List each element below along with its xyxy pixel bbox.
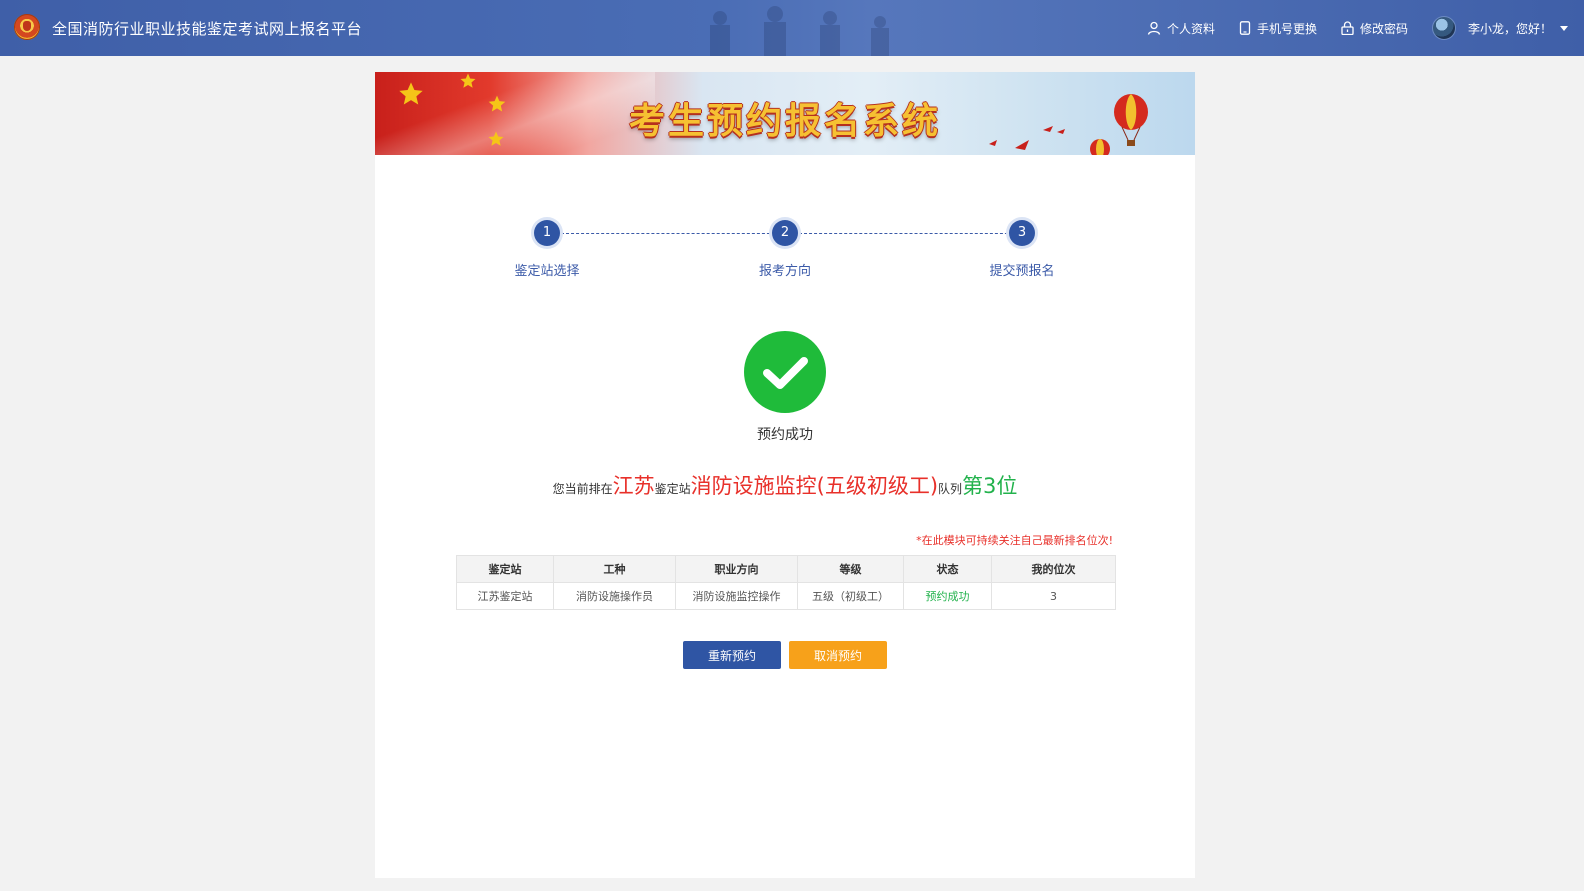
hot-air-balloon-icon — [1114, 94, 1148, 146]
small-balloon-icon — [1090, 139, 1110, 155]
queue-station-word: 鉴定站 — [654, 482, 691, 496]
column-header: 等级 — [797, 555, 904, 583]
nav-profile[interactable]: 个人资料 — [1147, 20, 1215, 37]
star-icon — [460, 73, 476, 88]
step-exam-direction: 2 报考方向 — [725, 220, 845, 279]
top-bar: 全国消防行业职业技能鉴定考试网上报名平台 个人资料 手机号更换 修改密码 李小龙… — [0, 0, 1584, 56]
registration-table: 鉴定站 工种 职业方向 等级 状态 我的位次 江苏鉴定站 消防设施操作员 消防设… — [456, 555, 1116, 610]
cell-level: 五级（初级工） — [797, 582, 904, 610]
birds-decoration — [989, 126, 1065, 150]
step-submit-registration: 3 提交预报名 — [962, 220, 1082, 279]
avatar — [1431, 16, 1456, 40]
chevron-down-icon — [1560, 25, 1568, 31]
cell-direction: 消防设施监控操作 — [675, 582, 798, 610]
step-number: 2 — [772, 220, 798, 246]
column-header: 状态 — [903, 555, 992, 583]
user-menu[interactable]: 李小龙，您好！ — [1431, 16, 1568, 40]
firefighter-silhouette-decoration — [710, 6, 889, 56]
fire-emblem-logo[interactable] — [14, 14, 40, 40]
success-status-text: 预约成功 — [757, 427, 813, 443]
nav-change-phone[interactable]: 手机号更换 — [1239, 20, 1317, 37]
queue-direction: 消防设施监控(五级初级工) — [690, 474, 939, 498]
step-label: 报考方向 — [758, 264, 811, 279]
top-nav: 个人资料 手机号更换 修改密码 李小龙，您好！ — [1123, 0, 1568, 56]
queue-prefix: 您当前排在 — [552, 482, 613, 496]
column-header: 鉴定站 — [456, 555, 554, 583]
table-header-row: 鉴定站 工种 职业方向 等级 状态 我的位次 — [456, 555, 1116, 583]
cell-station: 江苏鉴定站 — [456, 582, 554, 610]
nav-change-phone-label: 手机号更换 — [1256, 21, 1317, 36]
step-number: 3 — [1009, 220, 1035, 246]
step-station-select: 1 鉴定站选择 — [487, 220, 607, 279]
nav-change-password[interactable]: 修改密码 — [1341, 20, 1408, 37]
site-title[interactable]: 全国消防行业职业技能鉴定考试网上报名平台 — [52, 18, 362, 39]
banner: 考生预约报名系统 — [375, 72, 1195, 155]
column-header: 我的位次 — [991, 555, 1116, 583]
ranking-notice: *在此模块可持续关注自己最新排名位次! — [916, 534, 1113, 547]
cancel-booking-button[interactable]: 取消预约 — [789, 641, 887, 669]
column-header: 职业方向 — [675, 555, 798, 583]
progress-steps: 1 鉴定站选择 2 报考方向 3 提交预报名 — [375, 220, 1195, 290]
cell-trade: 消防设施操作员 — [553, 582, 676, 610]
user-icon — [1147, 21, 1161, 35]
phone-icon — [1239, 21, 1251, 35]
lock-icon — [1341, 21, 1354, 35]
cell-my-position: 3 — [991, 582, 1116, 610]
success-check-icon — [744, 331, 826, 413]
nav-profile-label: 个人资料 — [1166, 21, 1215, 36]
queue-word: 队列 — [938, 482, 963, 496]
step-label: 提交预报名 — [989, 264, 1055, 279]
step-label: 鉴定站选择 — [514, 264, 580, 279]
step-number: 1 — [534, 220, 560, 246]
column-header: 工种 — [553, 555, 676, 583]
queue-position-line: 您当前排在江苏鉴定站消防设施监控(五级初级工)队列第3位 — [375, 470, 1195, 500]
main-panel: 考生预约报名系统 1 鉴定站选择 2 报考方向 3 提交预报名 预约成功 您当前… — [375, 72, 1195, 878]
table-row: 江苏鉴定站 消防设施操作员 消防设施监控操作 五级（初级工） 预约成功 3 — [456, 582, 1116, 610]
rebook-button[interactable]: 重新预约 — [683, 641, 781, 669]
queue-province: 江苏 — [612, 474, 655, 498]
queue-position: 第3位 — [962, 474, 1018, 498]
user-greeting: 李小龙，您好！ — [1467, 21, 1552, 36]
cell-status: 预约成功 — [903, 582, 992, 610]
nav-change-password-label: 修改密码 — [1359, 21, 1408, 36]
